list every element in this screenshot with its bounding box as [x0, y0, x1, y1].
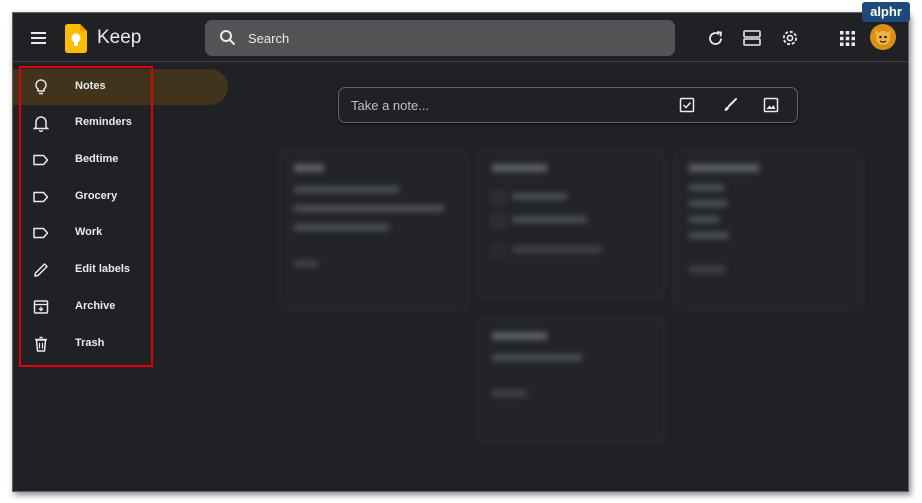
list-view-icon — [743, 30, 761, 46]
hamburger-icon — [31, 32, 46, 44]
checkbox-icon[interactable] — [679, 97, 695, 113]
image-icon[interactable] — [763, 97, 779, 113]
refresh-button[interactable] — [704, 27, 726, 49]
refresh-icon — [708, 30, 722, 45]
main-menu-button[interactable] — [27, 27, 51, 49]
apps-grid-icon — [839, 30, 855, 46]
search-bar[interactable]: Search — [205, 20, 675, 56]
avatar[interactable] — [869, 23, 897, 51]
note-card[interactable] — [674, 149, 862, 311]
gear-icon — [782, 30, 798, 46]
app-window: Keep Search Notes Reminders Bedtime Groc… — [12, 12, 909, 492]
google-apps-button[interactable] — [836, 27, 858, 49]
keep-logo[interactable] — [65, 23, 87, 53]
list-view-button[interactable] — [741, 27, 763, 49]
app-name: Keep — [97, 27, 142, 48]
note-card[interactable] — [279, 149, 469, 311]
watermark-logo: alphr — [862, 2, 910, 22]
note-card[interactable] — [477, 149, 665, 299]
keep-bulb-logo — [65, 23, 87, 53]
top-bar: Keep Search — [13, 13, 908, 62]
sidebar-highlight-box — [19, 66, 153, 367]
search-icon — [220, 30, 236, 46]
avatar-icon — [870, 24, 896, 50]
take-note-input[interactable]: Take a note... — [351, 98, 429, 113]
take-note-bar[interactable]: Take a note... — [338, 87, 798, 123]
brush-icon[interactable] — [722, 97, 738, 113]
search-input[interactable]: Search — [248, 31, 289, 46]
note-card[interactable] — [477, 317, 665, 443]
settings-button[interactable] — [779, 27, 801, 49]
